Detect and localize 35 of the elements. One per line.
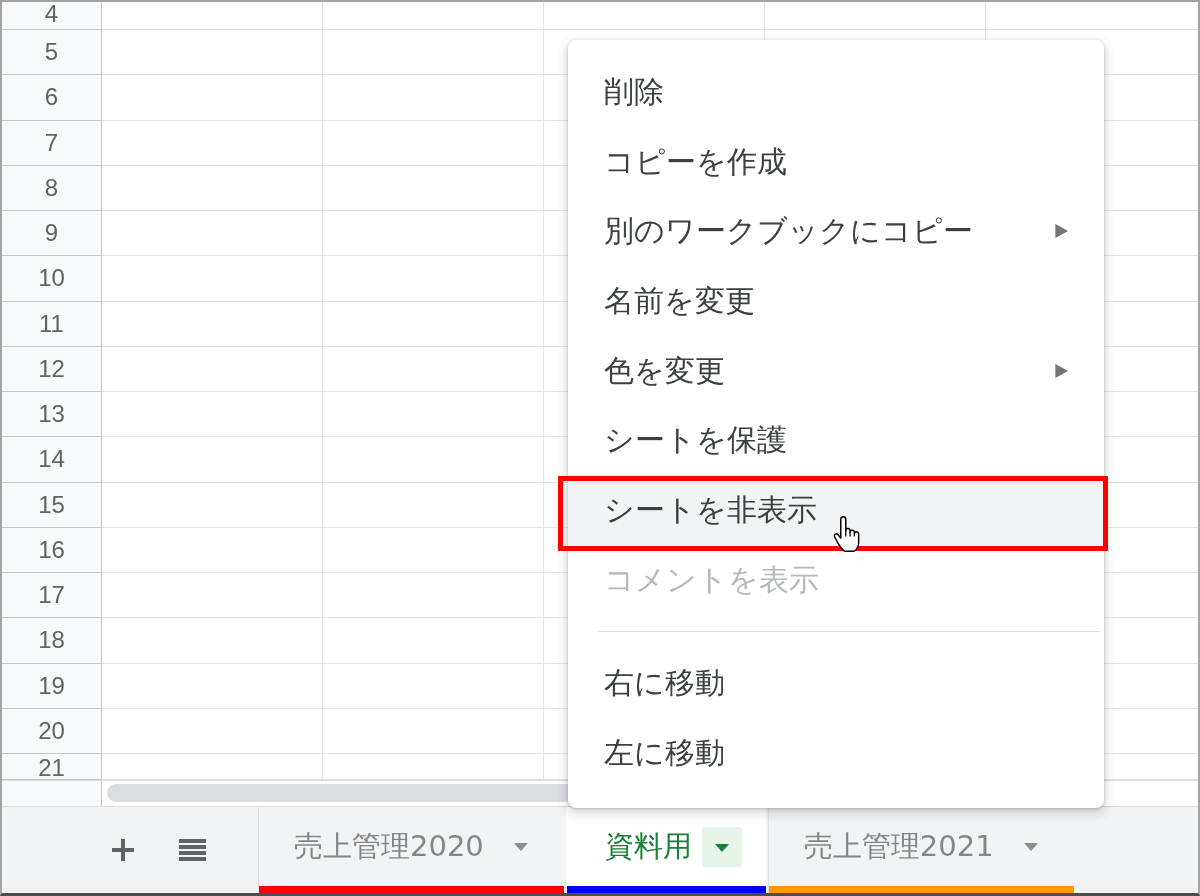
caret-icon[interactable]	[1023, 842, 1038, 851]
row-header[interactable]: 16	[2, 527, 102, 573]
menu-item[interactable]: 左に移動	[568, 718, 1104, 788]
menu-item[interactable]: 削除	[568, 57, 1104, 127]
row-header[interactable]: 4	[2, 2, 102, 30]
row-header[interactable]: 9	[2, 211, 102, 257]
row-header[interactable]: 10	[2, 256, 102, 302]
caret-icon[interactable]	[701, 826, 742, 867]
sheet-tab[interactable]: 売上管理2020	[258, 807, 564, 893]
menu-item[interactable]: 名前を変更	[568, 266, 1104, 336]
menu-item[interactable]: 別のワークブックにコピー	[568, 196, 1104, 267]
sheet-tab[interactable]: 売上管理2021	[767, 807, 1074, 893]
menu-item[interactable]: コピーを作成	[568, 126, 1104, 197]
row-header[interactable]: 19	[2, 663, 102, 709]
menu-item[interactable]: 色を変更	[568, 335, 1104, 406]
row-header[interactable]: 5	[2, 30, 102, 76]
row-header[interactable]: 8	[2, 165, 102, 211]
sheet-tab[interactable]: 資料用	[565, 807, 766, 893]
row-header[interactable]: 13	[2, 392, 102, 438]
row-header[interactable]: 14	[2, 437, 102, 483]
row-header[interactable]: 18	[2, 618, 102, 664]
caret-icon[interactable]	[513, 842, 528, 851]
menu-item[interactable]: シートを保護	[568, 405, 1104, 476]
menu-icon	[178, 839, 206, 861]
row-header[interactable]: 15	[2, 482, 102, 528]
row-header[interactable]: 20	[2, 708, 102, 754]
row-header[interactable]: 12	[2, 346, 102, 392]
menu-item[interactable]: 右に移動	[568, 648, 1104, 719]
row-header[interactable]: 21	[2, 754, 102, 780]
hand-cursor-icon	[832, 515, 862, 554]
row-header[interactable]: 7	[2, 120, 102, 166]
row-header[interactable]: 11	[2, 301, 102, 347]
row-header[interactable]: 17	[2, 573, 102, 619]
row-header[interactable]: 6	[2, 75, 102, 121]
plus-icon	[112, 839, 134, 861]
